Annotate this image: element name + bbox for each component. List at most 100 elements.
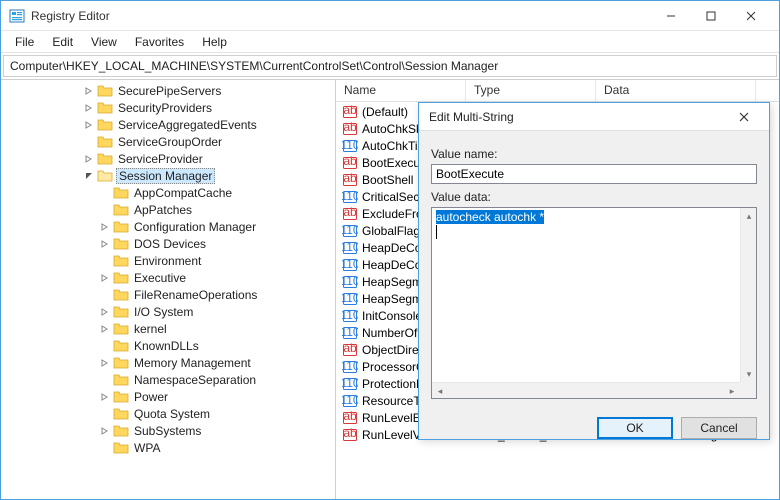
folder-icon [113,203,129,217]
cancel-button[interactable]: Cancel [681,417,757,439]
tree-item[interactable]: SecurePipeServers [3,82,335,99]
binary-icon: 110 [342,257,358,273]
menu-view[interactable]: View [83,33,125,51]
svg-text:ab: ab [343,206,357,219]
svg-text:110: 110 [342,274,358,288]
binary-icon: 110 [342,138,358,154]
svg-text:110: 110 [342,189,358,203]
tree-item[interactable]: Configuration Manager [3,218,335,235]
collapse-icon[interactable] [83,170,95,182]
binary-icon: 110 [342,325,358,341]
tree-item-label: NamespaceSeparation [132,373,258,387]
col-data[interactable]: Data [596,80,756,101]
menu-edit[interactable]: Edit [44,33,81,51]
tree-item[interactable]: SecurityProviders [3,99,335,116]
maximize-button[interactable] [691,2,731,30]
folder-icon [113,254,129,268]
minimize-button[interactable] [651,2,691,30]
tree-item[interactable]: SubSystems [3,422,335,439]
expand-icon[interactable] [99,323,111,335]
tree-item[interactable]: AppCompatCache [3,184,335,201]
folder-icon [113,373,129,387]
tree-item[interactable]: Session Manager [3,167,335,184]
svg-text:ab: ab [343,172,357,185]
tree-item[interactable]: KnownDLLs [3,337,335,354]
tree-item[interactable]: FileRenameOperations [3,286,335,303]
binary-icon: 110 [342,359,358,375]
scrollbar-vertical[interactable]: ▴▾ [740,208,756,382]
no-toggle [99,340,111,352]
tree-item-label: SecurePipeServers [116,84,223,98]
string-icon: ab [342,121,358,137]
expand-icon[interactable] [99,425,111,437]
folder-icon [97,169,113,183]
tree-item-label: Quota System [132,407,212,421]
folder-icon [113,390,129,404]
address-bar[interactable]: Computer\HKEY_LOCAL_MACHINE\SYSTEM\Curre… [3,55,777,77]
no-toggle [83,136,95,148]
folder-icon [97,152,113,166]
folder-icon [113,186,129,200]
folder-icon [113,271,129,285]
col-type[interactable]: Type [466,80,596,101]
folder-icon [113,322,129,336]
tree-item[interactable]: DOS Devices [3,235,335,252]
svg-text:ab: ab [343,410,357,423]
value-name-input[interactable] [431,164,757,184]
tree-item[interactable]: ApPatches [3,201,335,218]
svg-text:110: 110 [342,308,358,322]
tree-item[interactable]: Memory Management [3,354,335,371]
no-toggle [99,187,111,199]
value-data-textarea[interactable]: autocheck autochk * ▴▾ ◂▸ [431,207,757,399]
window-title: Registry Editor [31,9,651,23]
dialog-close-button[interactable] [729,104,759,130]
folder-icon [97,135,113,149]
tree-item-label: Power [132,390,170,404]
tree-item[interactable]: I/O System [3,303,335,320]
folder-icon [113,288,129,302]
tree-item-label: SecurityProviders [116,101,214,115]
expand-icon[interactable] [99,391,111,403]
expand-icon[interactable] [83,153,95,165]
tree-item[interactable]: ServiceProvider [3,150,335,167]
expand-icon[interactable] [99,357,111,369]
binary-icon: 110 [342,393,358,409]
expand-icon[interactable] [99,221,111,233]
tree-item[interactable]: NamespaceSeparation [3,371,335,388]
value-name-label: Value name: [431,147,757,161]
expand-icon[interactable] [99,306,111,318]
tree-item[interactable]: ServiceGroupOrder [3,133,335,150]
expand-icon[interactable] [99,272,111,284]
folder-icon [113,356,129,370]
string-icon: ab [342,427,358,443]
tree-item-label: I/O System [132,305,195,319]
tree-item[interactable]: Quota System [3,405,335,422]
tree-item[interactable]: kernel [3,320,335,337]
menu-file[interactable]: File [7,33,42,51]
menu-favorites[interactable]: Favorites [127,33,192,51]
tree-item[interactable]: WPA [3,439,335,456]
tree-item[interactable]: Executive [3,269,335,286]
folder-icon [113,441,129,455]
expand-icon[interactable] [83,102,95,114]
value-data-label: Value data: [431,190,757,204]
close-button[interactable] [731,2,771,30]
ok-button[interactable]: OK [597,417,673,439]
expand-icon[interactable] [83,85,95,97]
tree-item-label: kernel [132,322,169,336]
svg-text:110: 110 [342,138,358,152]
folder-icon [113,339,129,353]
scrollbar-horizontal[interactable]: ◂▸ [432,382,740,398]
menu-help[interactable]: Help [194,33,235,51]
col-name[interactable]: Name [336,80,466,101]
svg-text:110: 110 [342,359,358,373]
tree-item[interactable]: Environment [3,252,335,269]
tree-item[interactable]: Power [3,388,335,405]
expand-icon[interactable] [99,238,111,250]
svg-text:110: 110 [342,257,358,271]
expand-icon[interactable] [83,119,95,131]
list-header[interactable]: Name Type Data [336,80,779,102]
tree-view[interactable]: SecurePipeServersSecurityProvidersServic… [1,80,336,499]
dialog-titlebar[interactable]: Edit Multi-String [419,103,769,131]
tree-item[interactable]: ServiceAggregatedEvents [3,116,335,133]
